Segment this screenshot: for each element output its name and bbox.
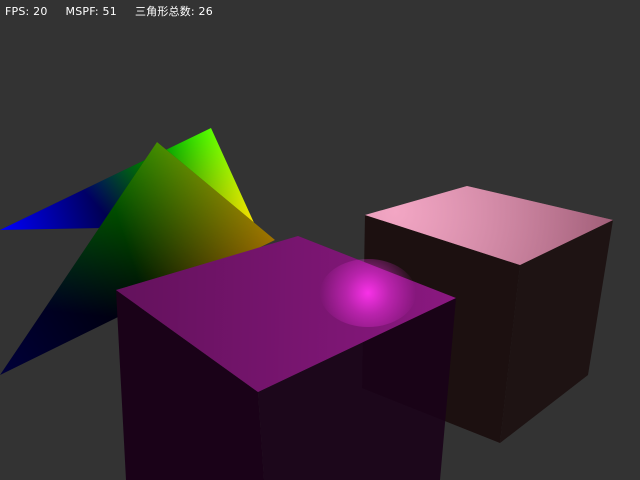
triangle-count-readout: 三角形总数: 26 (134, 5, 213, 18)
render-viewport: FPS: 20 MSPF: 51 三角形总数: 26 (0, 0, 640, 480)
stats-overlay: FPS: 20 MSPF: 51 三角形总数: 26 (5, 3, 213, 19)
fps-readout: FPS: 20 (5, 4, 48, 18)
3d-scene (0, 128, 613, 480)
specular-highlight (320, 259, 416, 327)
mspf-readout: MSPF: 51 (65, 4, 117, 18)
